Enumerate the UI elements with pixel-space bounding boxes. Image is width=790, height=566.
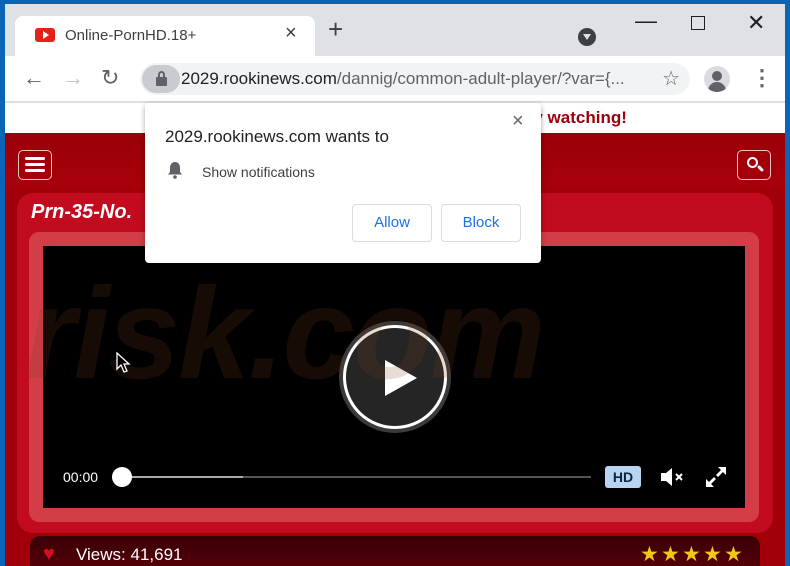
- mouse-cursor-icon: [116, 352, 131, 373]
- url-path: /dannig/common-adult-player/?var={...: [336, 69, 625, 88]
- tab-strip: Online-PornHD.18+ × + — ✕: [5, 4, 785, 56]
- star-icon[interactable]: ★: [724, 542, 745, 566]
- browser-menu-icon[interactable]: ⋮: [751, 66, 773, 90]
- window-close-button[interactable]: ✕: [747, 10, 765, 36]
- back-button[interactable]: ←: [23, 66, 45, 90]
- video-player[interactable]: 00:00 HD: [43, 246, 745, 508]
- current-time: 00:00: [63, 469, 99, 485]
- maximize-button[interactable]: [691, 16, 705, 30]
- url-host: 2029.rookinews.com: [181, 69, 337, 88]
- bookmark-star-icon[interactable]: ☆: [662, 66, 680, 91]
- seek-bar[interactable]: [112, 467, 591, 487]
- star-icon[interactable]: ★: [682, 542, 703, 566]
- browser-tab[interactable]: Online-PornHD.18+ ×: [15, 16, 315, 56]
- tab-close-icon[interactable]: ×: [285, 22, 297, 45]
- block-button[interactable]: Block: [441, 204, 521, 242]
- new-tab-button[interactable]: +: [328, 16, 343, 42]
- video-title: Prn-35-No.: [31, 201, 133, 223]
- tab-search-icon[interactable]: [578, 28, 596, 46]
- browser-toolbar: ← → ↻ 2029.rookinews.com/dannig/common-a…: [5, 56, 785, 102]
- forward-button[interactable]: →: [62, 66, 84, 90]
- tab-title: Online-PornHD.18+: [65, 27, 197, 44]
- star-icon[interactable]: ★: [661, 542, 682, 566]
- hamburger-menu-icon[interactable]: [18, 150, 52, 180]
- star-icon[interactable]: ★: [703, 542, 724, 566]
- url-text[interactable]: 2029.rookinews.com/dannig/common-adult-p…: [181, 69, 625, 89]
- rating-stars[interactable]: ★ ★ ★ ★ ★: [640, 542, 745, 566]
- views-count: Views: 41,691: [76, 545, 183, 564]
- video-info-bar: ♥ Views: 41,691 ★ ★ ★ ★ ★: [30, 536, 760, 566]
- avatar-head: [712, 71, 722, 81]
- reload-button[interactable]: ↻: [101, 66, 119, 90]
- heart-icon[interactable]: ♥: [43, 543, 55, 566]
- search-button[interactable]: [737, 150, 771, 180]
- youtube-favicon-icon: [35, 28, 55, 42]
- fullscreen-icon[interactable]: [703, 464, 729, 490]
- search-icon-handle: [756, 164, 765, 173]
- popup-title: 2029.rookinews.com wants to: [165, 127, 389, 146]
- permission-text: Show notifications: [202, 164, 315, 180]
- star-icon[interactable]: ★: [640, 542, 661, 566]
- site-info-button[interactable]: [142, 65, 180, 93]
- seek-handle[interactable]: [112, 467, 132, 487]
- play-button[interactable]: [343, 325, 447, 429]
- lock-icon-body: [156, 77, 167, 86]
- player-frame: 00:00 HD: [29, 232, 759, 522]
- profile-avatar-icon[interactable]: [704, 66, 730, 92]
- avatar-body: [708, 82, 726, 92]
- address-bar[interactable]: 2029.rookinews.com/dannig/common-adult-p…: [140, 63, 690, 95]
- buffered-bar: [121, 476, 244, 478]
- allow-button[interactable]: Allow: [352, 204, 432, 242]
- bell-icon: [168, 162, 182, 179]
- browser-window: Online-PornHD.18+ × + — ✕ ← → ↻ 2029.roo…: [5, 4, 785, 566]
- muted-volume-icon[interactable]: [659, 465, 685, 489]
- notification-permission-popup: 2029.rookinews.com wants to × Show notif…: [145, 103, 541, 263]
- popup-close-icon[interactable]: ×: [512, 110, 524, 133]
- minimize-button[interactable]: —: [635, 8, 657, 34]
- hd-button[interactable]: HD: [605, 466, 641, 488]
